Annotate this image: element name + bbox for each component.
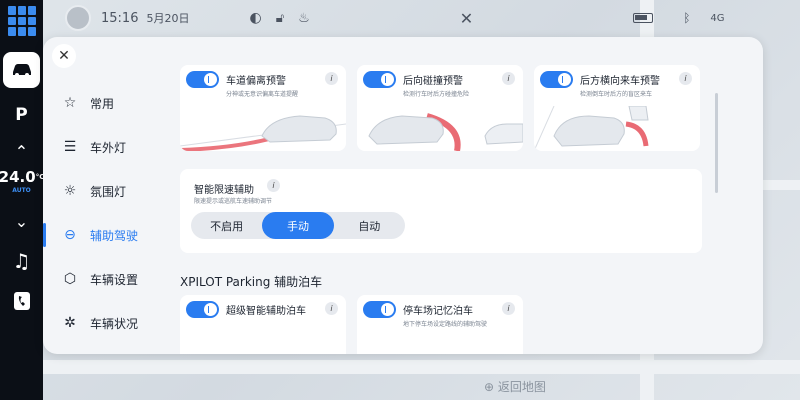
menu-label: 车辆状况: [90, 316, 139, 331]
rear-collision-card: 后向碰撞预警 检测行车时后方碰撞危险 i: [357, 65, 523, 151]
clock-time: 15:16: [101, 10, 139, 26]
menu-label: 车外灯: [90, 140, 127, 155]
car-control-button[interactable]: [3, 52, 40, 88]
close-button[interactable]: ✕: [52, 44, 76, 68]
card-subtitle: 检测行车时后方碰撞危险: [403, 91, 470, 98]
car-icon: [12, 64, 31, 77]
left-rail: P ⌃ 24.0°C AUTO ⌄ ♫: [0, 0, 44, 400]
speed-assist-title: 智能限速辅助: [194, 185, 254, 196]
chevron-up-icon[interactable]: ⌃: [15, 138, 28, 164]
lock-icon[interactable]: 🔓︎: [276, 11, 284, 26]
lane-departure-toggle[interactable]: [186, 71, 219, 88]
lane-departure-illustration: [180, 115, 346, 151]
speed-limit-assist-card: 智能限速辅助 i 限速提示或巡航车速辅助调节: [180, 169, 702, 253]
app-grid-icon[interactable]: [7, 6, 37, 36]
back-to-map-label: 返回地图: [497, 380, 546, 394]
card-title: 车道偏离预警: [226, 76, 286, 87]
card-subtitle: 分神或无意识偏离车道提醒: [226, 91, 299, 98]
info-icon[interactable]: i: [679, 72, 692, 85]
menu-label: 氛围灯: [90, 184, 127, 199]
clock-date: 5月20日: [146, 12, 190, 25]
scrollbar[interactable]: [715, 93, 718, 193]
defrost-icon[interactable]: ♨: [298, 11, 310, 26]
brand-logo-icon: ✕: [459, 8, 474, 28]
rear-cross-traffic-toggle[interactable]: [540, 71, 573, 88]
lane-departure-card: 车道偏离预警 分神或无意识偏离车道提醒 i: [180, 65, 346, 151]
network-label: 4G: [710, 12, 725, 24]
settings-menu: ☆ 常用 ☰ 车外灯 ☼ 氛围灯 ⊖ 辅助驾驶 ⬡ 车辆设置 ✲ 车辆状况: [43, 81, 151, 345]
super-parking-toggle[interactable]: [186, 301, 219, 318]
menu-item-common[interactable]: ☆ 常用: [43, 81, 151, 125]
card-subtitle: 地下停车场设定路线的辅助驾驶: [403, 321, 488, 328]
rear-cross-traffic-card: 后方横向来车预警 检测倒车时后方的盲区来车 i: [534, 65, 700, 151]
menu-item-vehicle-status[interactable]: ✲ 车辆状况: [43, 301, 151, 345]
speed-assist-subtitle: 限速提示或巡航车速辅助调节: [194, 198, 273, 205]
menu-label: 常用: [90, 96, 115, 111]
card-subtitle: 检测倒车时后方的盲区来车: [580, 91, 653, 98]
menu-label: 车辆设置: [90, 272, 139, 287]
menu-item-ambient-lights[interactable]: ☼ 氛围灯: [43, 169, 151, 213]
battery-icon: [633, 13, 654, 23]
bluetooth-icon: ᛒ: [683, 11, 691, 25]
rear-cross-traffic-illustration: [534, 106, 649, 151]
menu-item-vehicle-settings[interactable]: ⬡ 车辆设置: [43, 257, 151, 301]
settings-content: 车道偏离预警 分神或无意识偏离车道提醒 i 后向碰撞预警 检测行车时后方碰撞危险…: [178, 37, 763, 354]
card-title: 后方横向来车预警: [580, 76, 660, 87]
info-icon[interactable]: i: [502, 72, 515, 85]
option-disable[interactable]: 不启用: [191, 212, 262, 239]
wheel-icon: ✲: [64, 315, 76, 331]
option-auto[interactable]: 自动: [334, 212, 405, 239]
phone-icon[interactable]: [13, 288, 31, 314]
menu-label: 辅助驾驶: [90, 228, 139, 243]
option-manual[interactable]: 手动: [262, 212, 334, 239]
close-icon: ✕: [58, 48, 70, 64]
speed-assist-segmented-control: 不启用 手动 自动: [191, 212, 405, 239]
settings-modal: ✕ ☆ 常用 ☰ 车外灯 ☼ 氛围灯 ⊖ 辅助驾驶 ⬡ 车辆设置 ✲ 车辆状况 车道偏离预警…: [43, 37, 763, 354]
ambient-light-icon: ☼: [63, 183, 77, 199]
memory-parking-card: 停车场记忆泊车 地下停车场设定路线的辅助驾驶 i: [357, 295, 523, 354]
rear-collision-toggle[interactable]: [363, 71, 396, 88]
super-parking-card: 超级智能辅助泊车 i: [180, 295, 346, 354]
parking-icon[interactable]: P: [15, 102, 27, 128]
parking-section-title: XPILOT Parking 辅助泊车: [180, 275, 323, 289]
steering-wheel-icon: ⊖: [64, 227, 76, 243]
card-title: 后向碰撞预警: [403, 76, 463, 87]
menu-item-exterior-lights[interactable]: ☰ 车外灯: [43, 125, 151, 169]
status-bar: 15:16 5月20日 ◐ 🔓︎ ♨ ✕ ᛒ 4G: [43, 0, 800, 36]
card-title: 超级智能辅助泊车: [226, 306, 306, 317]
user-icon[interactable]: ◐: [249, 10, 261, 26]
back-to-map-link[interactable]: ⊕ 返回地图: [484, 378, 546, 395]
info-icon[interactable]: i: [325, 72, 338, 85]
avatar[interactable]: [65, 5, 91, 31]
memory-parking-toggle[interactable]: [363, 301, 396, 318]
info-icon[interactable]: i: [325, 302, 338, 315]
menu-item-driving-assist[interactable]: ⊖ 辅助驾驶: [43, 213, 151, 257]
card-title: 停车场记忆泊车: [403, 306, 473, 317]
rear-collision-illustration: [368, 113, 523, 151]
info-icon[interactable]: i: [267, 179, 280, 192]
climate-mode-label: AUTO: [12, 187, 31, 194]
music-icon[interactable]: ♫: [13, 248, 31, 274]
temperature-display: 24.0°C AUTO: [0, 170, 44, 198]
chevron-down-icon[interactable]: ⌄: [15, 208, 28, 234]
info-icon[interactable]: i: [502, 302, 515, 315]
car-settings-icon: ⬡: [63, 271, 77, 287]
star-icon: ☆: [63, 95, 77, 111]
headlight-icon: ☰: [63, 139, 77, 155]
